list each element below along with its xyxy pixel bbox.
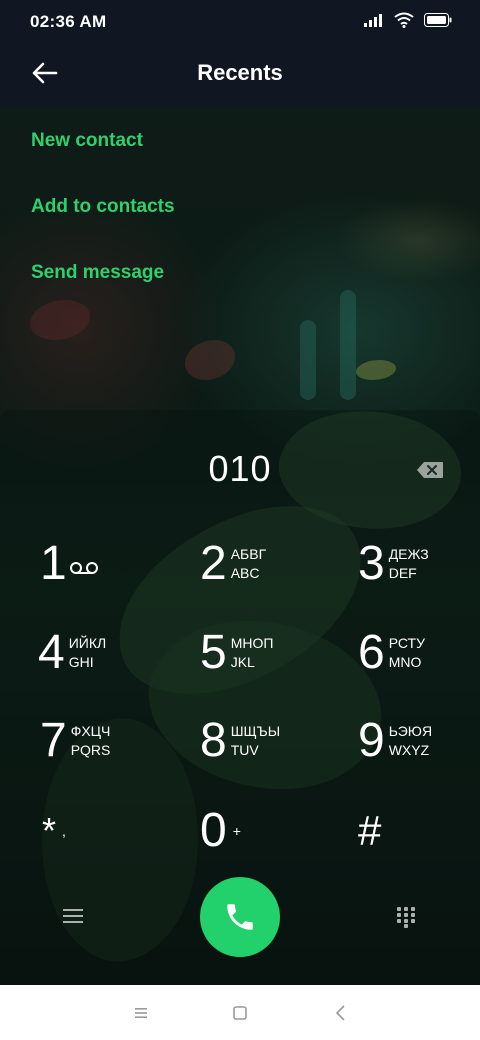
key-3[interactable]: 3 ДЕЖЗ DEF: [358, 529, 429, 599]
send-message-option[interactable]: Send message: [31, 238, 175, 304]
key-latin: MNO: [388, 654, 422, 670]
key-latin: PQRS: [70, 742, 111, 758]
dialer-actions: [0, 876, 480, 958]
back-icon[interactable]: [331, 1003, 351, 1023]
key-7[interactable]: 7 ФХЦЧ PQRS: [40, 706, 110, 776]
phone-icon: [227, 904, 253, 930]
key-latin: JKL: [230, 654, 255, 670]
key-digit: 4: [38, 626, 65, 679]
key-cyrillic: МНОП: [230, 635, 274, 651]
status-bar: 02:36 AM: [0, 0, 480, 44]
key-latin: TUV: [230, 742, 259, 758]
status-time: 02:36 AM: [30, 12, 107, 31]
key-extra: ,: [62, 823, 66, 839]
keypad-grid-icon[interactable]: [396, 906, 416, 928]
key-hash[interactable]: #: [358, 796, 381, 866]
key-star[interactable]: * ,: [42, 796, 66, 866]
options-menu: New contact Add to contacts Send message: [31, 106, 175, 304]
hamburger-icon[interactable]: [63, 908, 83, 924]
key-letters: ШЩЪЫ TUV: [231, 722, 280, 760]
key-9[interactable]: 9 ЬЭЮЯ WXYZ: [358, 706, 432, 776]
status-icons: [364, 12, 452, 28]
key-letters: МНОП JKL: [231, 634, 274, 672]
call-button[interactable]: [200, 877, 280, 957]
key-digit: 3: [358, 537, 385, 590]
page-title: Recents: [197, 60, 283, 85]
key-digit: 6: [358, 626, 385, 679]
key-letters: АБВГ ABC: [231, 545, 266, 583]
key-digit: 5: [200, 626, 227, 679]
new-contact-option[interactable]: New contact: [31, 106, 175, 172]
wifi-icon: [394, 12, 414, 28]
key-5[interactable]: 5 МНОП JKL: [200, 618, 273, 688]
key-latin: GHI: [68, 654, 94, 670]
voicemail-icon: [69, 562, 98, 574]
key-cyrillic: ЬЭЮЯ: [388, 723, 433, 739]
key-2[interactable]: 2 АБВГ ABC: [200, 529, 266, 599]
key-0[interactable]: 0 +: [200, 796, 241, 866]
app-bar: Recents: [0, 44, 480, 106]
key-digit: 1: [40, 537, 67, 590]
key-latin: ABC: [230, 565, 260, 581]
key-cyrillic: ИЙКЛ: [68, 635, 107, 651]
dialed-number: 010: [208, 448, 272, 489]
key-digit: 8: [200, 714, 227, 767]
key-latin: WXYZ: [388, 742, 430, 758]
battery-icon: [424, 13, 452, 27]
home-icon[interactable]: [230, 1003, 250, 1023]
key-cyrillic: АБВГ: [230, 546, 267, 562]
backspace-icon[interactable]: [416, 461, 444, 479]
key-letters: ФХЦЧ PQRS: [71, 722, 111, 760]
key-letters: РСТУ MNO: [389, 634, 425, 672]
key-digit: 9: [358, 714, 385, 767]
key-cyrillic: ДЕЖЗ: [388, 546, 429, 562]
recents-icon[interactable]: [131, 1003, 151, 1023]
key-digit: #: [358, 807, 382, 854]
key-digit: 0: [200, 804, 227, 857]
key-cyrillic: ШЩЪЫ: [230, 723, 281, 739]
key-letters: ЬЭЮЯ WXYZ: [389, 722, 432, 760]
key-cyrillic: ФХЦЧ: [70, 723, 111, 739]
key-6[interactable]: 6 РСТУ MNO: [358, 618, 425, 688]
add-to-contacts-option[interactable]: Add to contacts: [31, 172, 175, 238]
signal-icon: [364, 14, 382, 27]
key-latin: DEF: [388, 565, 417, 581]
key-cyrillic: РСТУ: [388, 635, 425, 651]
key-1[interactable]: 1: [40, 529, 99, 599]
key-digit: 2: [200, 537, 227, 590]
key-8[interactable]: 8 ШЩЪЫ TUV: [200, 706, 280, 776]
key-letters: ИЙКЛ GHI: [69, 634, 106, 672]
key-4[interactable]: 4 ИЙКЛ GHI: [38, 618, 106, 688]
key-digit: *: [42, 810, 57, 851]
key-letters: ДЕЖЗ DEF: [389, 545, 429, 583]
key-extra: +: [232, 823, 241, 839]
system-nav-bar: [0, 985, 480, 1040]
key-digit: 7: [40, 714, 67, 767]
